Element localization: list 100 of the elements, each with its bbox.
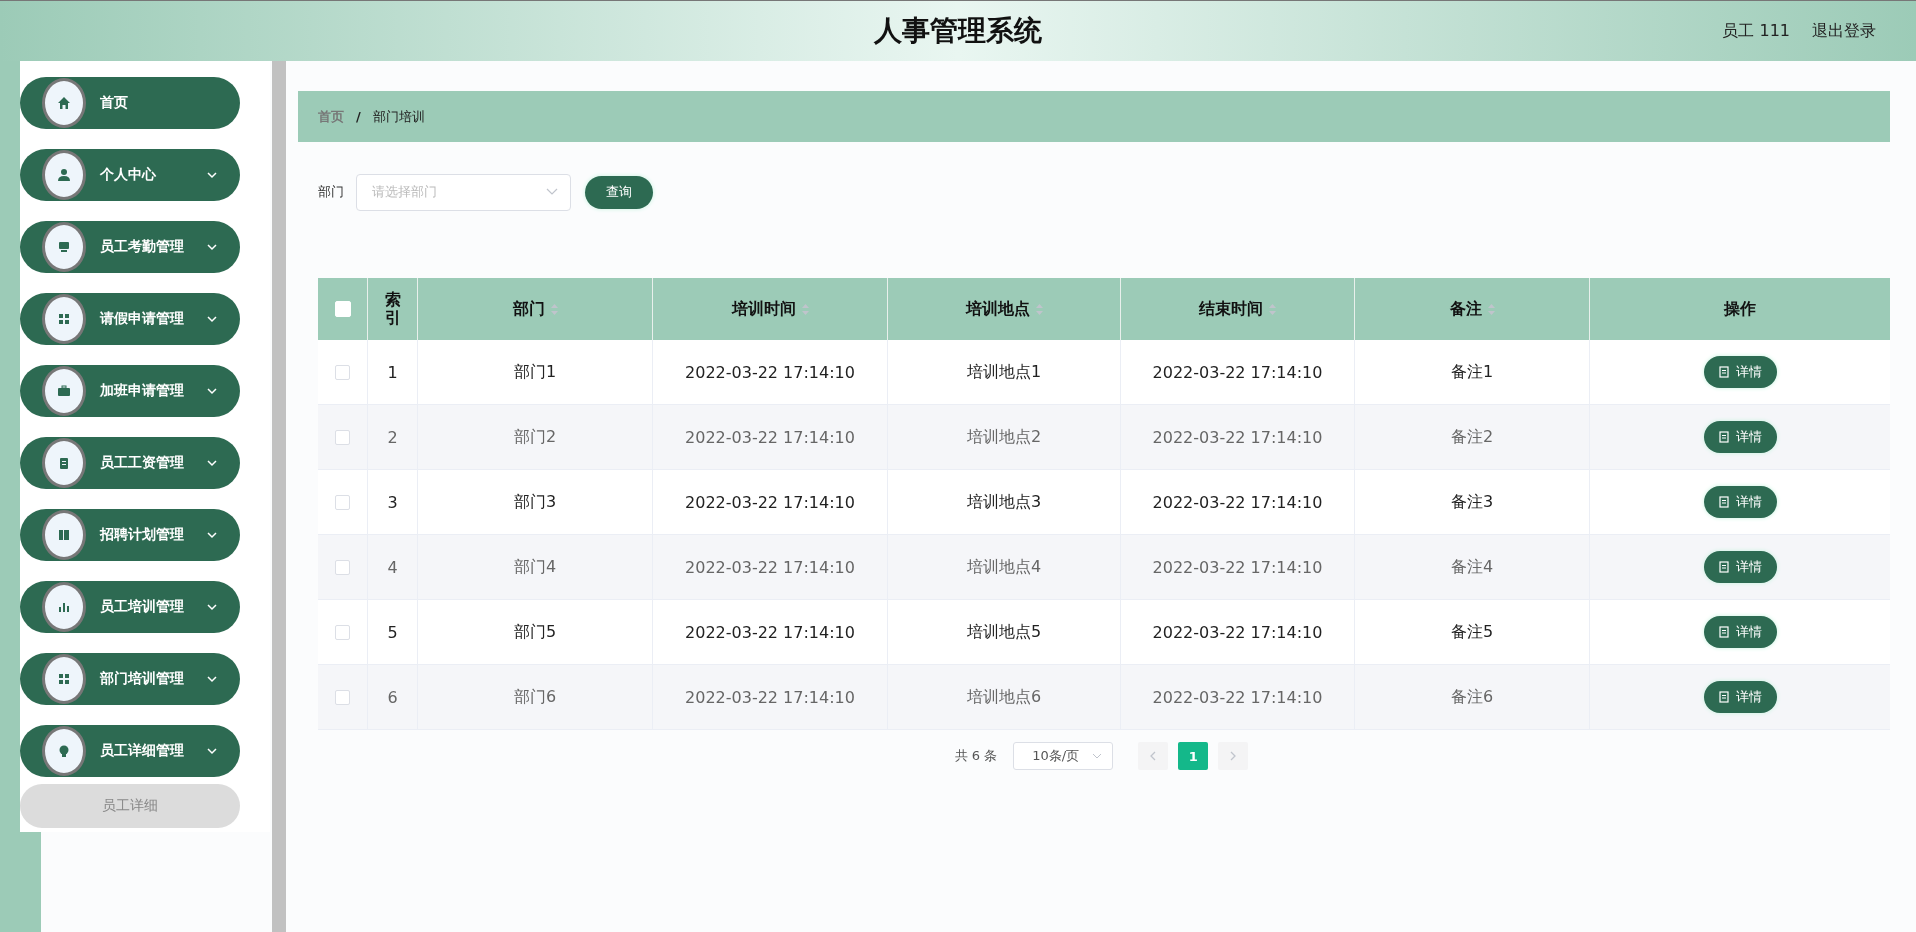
menu-item[interactable]: 员工培训管理 <box>20 581 240 633</box>
table-cell: 6 <box>368 665 418 729</box>
table-cell: 部门4 <box>418 535 653 599</box>
chevron-icon <box>206 747 218 755</box>
scrollbar[interactable] <box>272 61 286 932</box>
details-button[interactable]: 详情 <box>1703 486 1777 518</box>
table-cell: 培训地点3 <box>888 470 1121 534</box>
table-cell: 2022-03-22 17:14:10 <box>653 405 888 469</box>
chevron-icon <box>1092 753 1103 759</box>
table-cell: 备注1 <box>1355 340 1590 404</box>
user-name: 员工 111 <box>1722 21 1790 42</box>
table-cell: 2022-03-22 17:14:10 <box>1121 665 1355 729</box>
filter-label: 部门 <box>318 183 344 201</box>
table-cell: 4 <box>368 535 418 599</box>
select-all-checkbox[interactable] <box>334 301 351 317</box>
table-cell: 部门2 <box>418 405 653 469</box>
table-cell: 2022-03-22 17:14:10 <box>653 340 888 404</box>
sort-icon[interactable] <box>1487 303 1495 315</box>
header-cell-text: 操作 <box>1722 297 1757 320</box>
table-cell: 备注6 <box>1355 665 1590 729</box>
chevron-icon <box>206 675 218 683</box>
chevron-icon <box>206 459 218 467</box>
chevron-icon <box>206 531 218 539</box>
sort-icon[interactable] <box>801 303 809 315</box>
details-button[interactable]: 详情 <box>1703 421 1777 453</box>
menu-item[interactable]: 员工详细管理 <box>20 725 240 777</box>
search-button[interactable]: 查询 <box>585 175 653 209</box>
table-cell: 2022-03-22 17:14:10 <box>653 600 888 664</box>
row-checkbox[interactable] <box>335 364 350 380</box>
document-icon <box>1718 561 1729 573</box>
page-size-select[interactable]: 10条/页 <box>1013 742 1114 770</box>
details-button[interactable]: 详情 <box>1703 681 1777 713</box>
briefcase-icon <box>57 384 71 398</box>
table-cell: 培训地点5 <box>888 600 1121 664</box>
table-cell: 2022-03-22 17:14:10 <box>653 665 888 729</box>
table-cell: 2022-03-22 17:14:10 <box>653 535 888 599</box>
home-icon <box>57 96 71 110</box>
row-checkbox[interactable] <box>335 559 350 575</box>
menu-item[interactable]: 请假申请管理 <box>20 293 240 345</box>
table-cell: 2 <box>368 405 418 469</box>
table-cell: 5 <box>368 600 418 664</box>
menu-item[interactable]: 招聘计划管理 <box>20 509 240 561</box>
table-cell: 部门3 <box>418 470 653 534</box>
clipboard-icon <box>57 456 71 470</box>
table-cell: 部门5 <box>418 600 653 664</box>
table-cell: 培训地点1 <box>888 340 1121 404</box>
details-button[interactable]: 详情 <box>1703 551 1777 583</box>
chevron-icon <box>206 171 218 179</box>
chevron-icon <box>206 243 218 251</box>
table-cell: 培训地点4 <box>888 535 1121 599</box>
table-cell: 备注3 <box>1355 470 1590 534</box>
logout-link[interactable]: 退出登录 <box>1812 21 1876 42</box>
menu-item[interactable]: 个人中心 <box>20 149 240 201</box>
table-cell: 培训地点2 <box>888 405 1121 469</box>
row-checkbox[interactable] <box>335 689 350 705</box>
table-cell: 备注5 <box>1355 600 1590 664</box>
sort-icon[interactable] <box>1035 303 1043 315</box>
breadcrumb-link[interactable]: 部门培训 <box>372 107 425 126</box>
document-icon <box>1718 691 1729 703</box>
row-checkbox[interactable] <box>335 429 350 445</box>
row-checkbox[interactable] <box>335 494 350 510</box>
document-icon <box>1718 366 1729 378</box>
chevron-right-icon <box>1230 751 1237 761</box>
table-cell: 培训地点6 <box>888 665 1121 729</box>
grid-icon <box>57 672 71 686</box>
bar-chart-icon <box>57 600 71 614</box>
details-button[interactable]: 详情 <box>1703 356 1777 388</box>
table-cell: 备注2 <box>1355 405 1590 469</box>
previous-page-button[interactable] <box>1138 742 1169 770</box>
details-button[interactable]: 详情 <box>1703 616 1777 648</box>
table-cell: 3 <box>368 470 418 534</box>
chevron-icon <box>206 603 218 611</box>
table-cell: 部门1 <box>418 340 653 404</box>
user-icon <box>57 168 71 182</box>
table-cell: 1 <box>368 340 418 404</box>
document-icon <box>1718 626 1729 638</box>
app-title: 人事管理系统 <box>874 13 1042 49</box>
menu-item[interactable]: 员工工资管理 <box>20 437 240 489</box>
table-cell: 2022-03-22 17:14:10 <box>1121 470 1355 534</box>
sort-icon[interactable] <box>1269 303 1276 315</box>
chevron-icon <box>206 387 218 395</box>
total-count: 共 6 条 <box>954 747 998 765</box>
grid-icon <box>57 312 71 326</box>
chevron-left-icon <box>1150 751 1157 761</box>
table-cell: 2022-03-22 17:14:10 <box>1121 405 1355 469</box>
table-cell: 2022-03-22 17:14:10 <box>1121 535 1355 599</box>
document-icon <box>1718 496 1729 508</box>
document-icon <box>1718 431 1729 443</box>
table-cell: 备注4 <box>1355 535 1590 599</box>
menu-item[interactable]: 部门培训管理 <box>20 653 240 705</box>
menu-item[interactable]: 员工考勤管理 <box>20 221 240 273</box>
sort-icon[interactable] <box>550 303 558 315</box>
table-cell: 2022-03-22 17:14:10 <box>653 470 888 534</box>
row-checkbox[interactable] <box>335 624 350 640</box>
table-cell: 部门6 <box>418 665 653 729</box>
menu-item[interactable]: 首页 <box>20 77 240 129</box>
next-page-button[interactable] <box>1218 742 1249 770</box>
chevron-icon <box>206 315 218 323</box>
chevron-icon <box>546 188 558 196</box>
menu-item[interactable]: 加班申请管理 <box>20 365 240 417</box>
